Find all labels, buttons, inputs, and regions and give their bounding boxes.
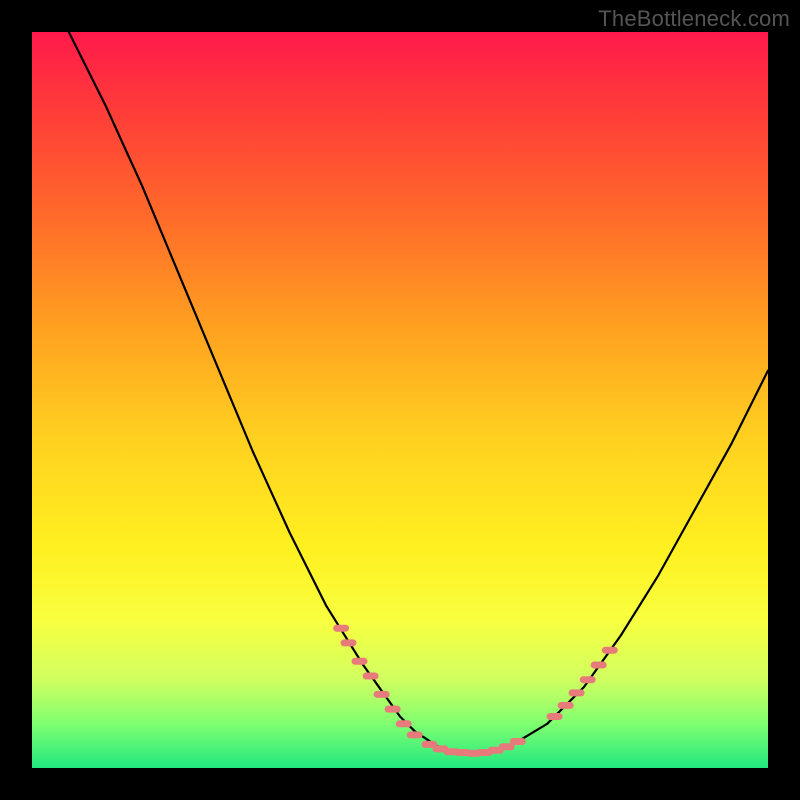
- marker-group: [333, 625, 618, 757]
- curve-marker: [333, 625, 349, 632]
- curve-svg: [32, 32, 768, 768]
- curve-marker: [558, 702, 574, 709]
- curve-marker: [385, 706, 401, 713]
- watermark-text: TheBottleneck.com: [598, 6, 790, 32]
- bottleneck-curve: [69, 32, 768, 753]
- curve-marker: [341, 639, 357, 646]
- curve-marker: [602, 647, 618, 654]
- curve-marker: [510, 738, 526, 745]
- chart-frame: TheBottleneck.com: [0, 0, 800, 800]
- curve-marker: [352, 658, 368, 665]
- curve-marker: [363, 673, 379, 680]
- curve-marker: [569, 689, 585, 696]
- plot-area: [32, 32, 768, 768]
- curve-marker: [407, 731, 423, 738]
- curve-marker: [591, 662, 607, 669]
- curve-marker: [580, 676, 596, 683]
- curve-marker: [374, 691, 390, 698]
- curve-marker: [547, 713, 563, 720]
- curve-marker: [396, 720, 412, 727]
